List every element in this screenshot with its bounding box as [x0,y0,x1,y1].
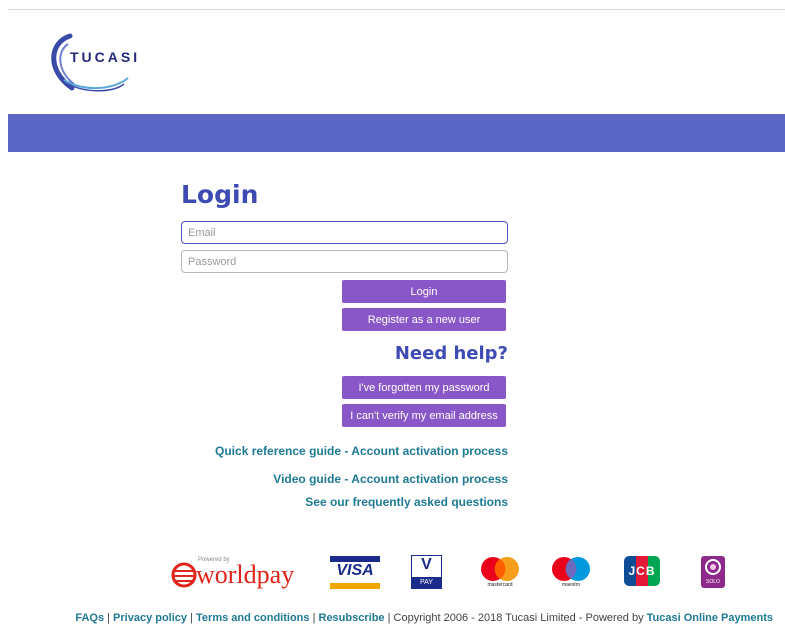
register-button[interactable]: Register as a new user [342,308,506,331]
faq-link[interactable]: See our frequently asked questions [305,495,508,509]
footer-separator: | [190,612,193,624]
worldpay-text: worldpay [196,560,295,589]
video-guide-link[interactable]: Video guide - Account activation process [273,472,508,486]
tucasi-logo-text: TUCASI [70,49,141,65]
mastercard-circles-icon [481,557,519,581]
footer: FAQs | Privacy policy | Terms and condit… [75,612,773,624]
forgot-password-button[interactable]: I've forgotten my password [342,376,506,399]
jcb-text: JCB [628,564,656,578]
email-field[interactable] [181,221,508,244]
footer-separator: | [312,612,316,624]
vpay-logo: V PAY [411,555,442,589]
password-field[interactable] [181,250,508,273]
top-divider [8,9,785,10]
vpay-v: V [421,556,432,573]
visa-logo: VISA [330,556,380,589]
footer-faqs-link[interactable]: FAQs [75,612,104,624]
footer-resubscribe-link[interactable]: Resubscribe [319,612,385,624]
vpay-text: PAY [412,577,441,588]
need-help-heading: Need help? [394,343,508,364]
maestro-logo: maestro [550,556,592,590]
header-banner [8,114,785,152]
jcb-logo: JCB [624,556,660,586]
login-button[interactable]: Login [342,280,506,303]
solo-text: SOLO [706,579,720,585]
mastercard-logo: mastercard [479,556,521,590]
solo-logo: SOLO [701,556,725,588]
quick-reference-guide-link[interactable]: Quick reference guide - Account activati… [215,444,508,458]
tucasi-logo[interactable]: TUCASI [44,30,164,94]
footer-copyright: Copyright 2006 - 2018 Tucasi Limited - P… [393,612,644,624]
maestro-circles-icon [552,557,590,581]
maestro-text: maestro [561,582,581,588]
mastercard-text: mastercard [487,582,513,588]
footer-separator: | [387,612,391,624]
solo-swirl-icon [705,559,721,575]
visa-text: VISA [336,562,374,579]
footer-privacy-link[interactable]: Privacy policy [113,612,187,624]
page-title: Login [181,180,259,209]
footer-separator: | [107,612,110,624]
footer-terms-link[interactable]: Terms and conditions [196,612,309,624]
footer-powered-by-link[interactable]: Tucasi Online Payments [647,612,773,624]
verify-email-button[interactable]: I can't verify my email address [342,404,506,427]
worldpay-logo: Powered by worldpay [170,557,310,591]
